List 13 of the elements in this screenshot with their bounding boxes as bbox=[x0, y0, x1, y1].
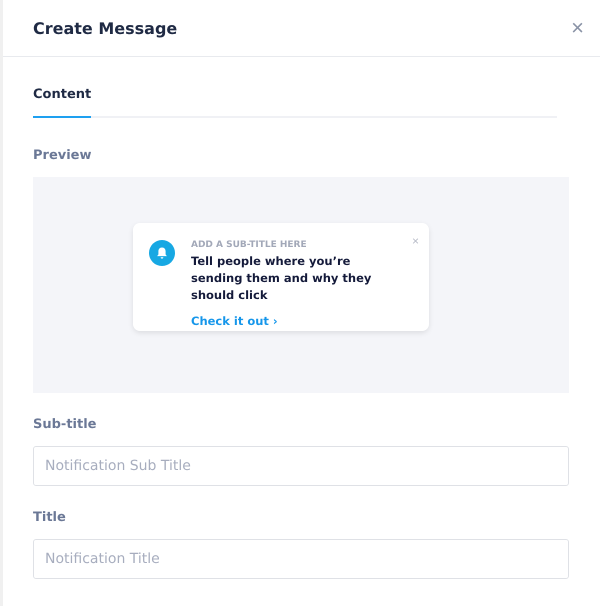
tab[interactable]: Content bbox=[33, 79, 92, 118]
section-label: Preview bbox=[33, 148, 93, 163]
input-field[interactable]: Notification Sub Title bbox=[33, 446, 569, 486]
notification-subtitle: ADD A SUB-TITLE HERE bbox=[191, 240, 308, 250]
window-title: Create Message bbox=[33, 18, 178, 38]
check-link[interactable]: Check it out › bbox=[191, 314, 401, 328]
field-label: Sub-title bbox=[33, 417, 98, 432]
input-field[interactable]: Notification Title bbox=[33, 539, 569, 579]
field-label: Title bbox=[33, 510, 67, 525]
close-button[interactable]: × bbox=[412, 235, 419, 247]
notification-title: Tell people where you’re sending them and why they should click bbox=[191, 253, 372, 304]
close-button[interactable]: × bbox=[567, 17, 588, 39]
bell-icon bbox=[149, 240, 175, 266]
